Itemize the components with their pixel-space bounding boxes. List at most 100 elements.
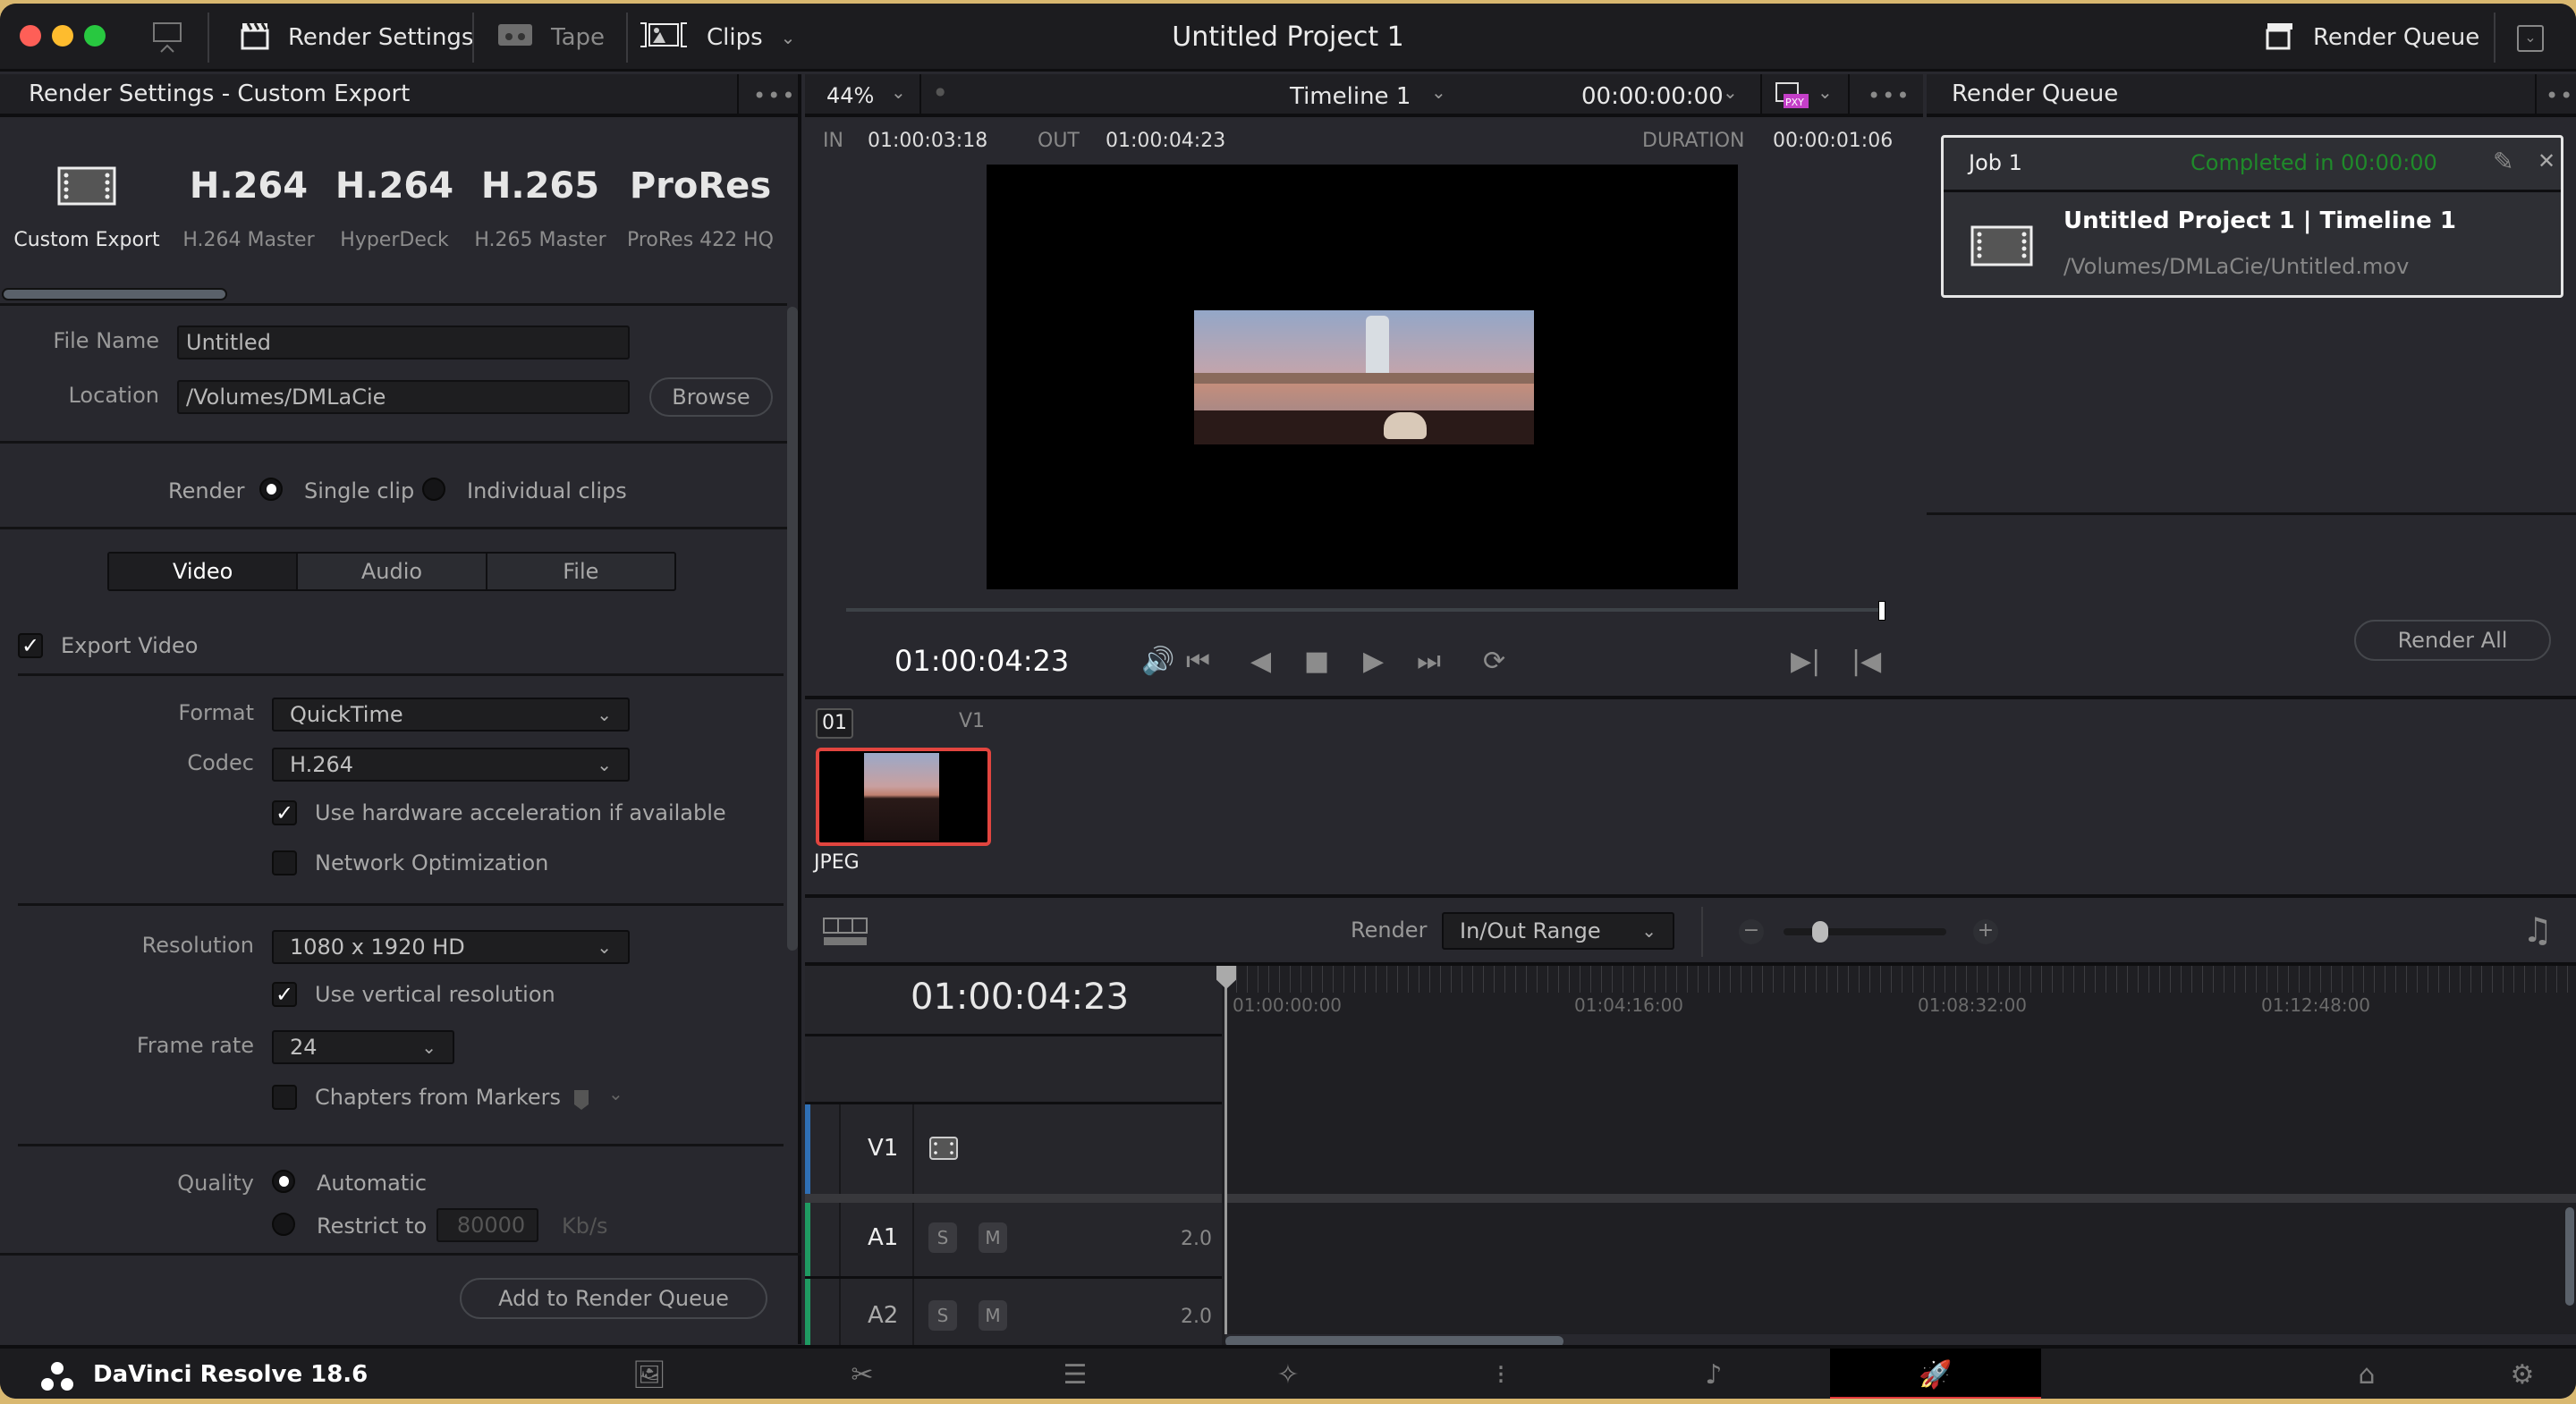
more-options-icon[interactable]: •••	[2546, 83, 2576, 108]
format-select[interactable]: QuickTime ⌄	[272, 698, 630, 732]
more-options-icon[interactable]: •••	[1868, 83, 1911, 108]
jump-to-start-icon[interactable]: ⏮	[1186, 646, 1210, 677]
monitor-icon[interactable]	[152, 21, 182, 54]
home-icon[interactable]: ⌂	[2331, 1349, 2402, 1399]
chevron-down-icon[interactable]: ⌄	[891, 81, 906, 103]
zoom-out-button[interactable]: −	[1739, 919, 1764, 944]
edit-page-icon[interactable]: ☰	[970, 1349, 1181, 1399]
minimize-window-button[interactable]	[52, 25, 73, 47]
playhead-line[interactable]	[1224, 966, 1227, 1334]
viewer-timecode[interactable]: 00:00:00:00	[1581, 83, 1724, 110]
proxy-icon[interactable]: PXY	[1775, 81, 1810, 110]
timeline-ruler[interactable]	[1225, 966, 2576, 993]
media-page-icon[interactable]: 🖼	[544, 1349, 755, 1399]
network-optimization-checkbox[interactable]	[272, 850, 297, 875]
app-window: Render Settings Tape Clips ⌄ Untitled Pr…	[0, 4, 2576, 1399]
color-page-icon[interactable]: ⁝	[1395, 1349, 1606, 1399]
preset-prores-422-hq[interactable]: ProRes ProRes 422 HQ	[624, 159, 776, 251]
mute-button[interactable]: M	[979, 1300, 1007, 1331]
zoom-level[interactable]: 44%	[826, 83, 874, 108]
solo-button[interactable]: S	[928, 1222, 957, 1253]
jump-to-end-icon[interactable]: ⏭	[1417, 646, 1441, 677]
preset-codec: ProRes	[629, 165, 772, 207]
add-to-render-queue-button[interactable]: Add to Render Queue	[460, 1278, 767, 1319]
cut-page-icon[interactable]: ✂	[757, 1349, 968, 1399]
close-window-button[interactable]	[20, 25, 41, 47]
track-header-v1[interactable]: V1	[805, 1104, 1222, 1194]
bitrate-input[interactable]: 80000	[436, 1208, 538, 1242]
clips-toggle[interactable]: Clips ⌄	[639, 4, 795, 72]
export-video-checkbox[interactable]: ✓	[18, 633, 43, 658]
playhead-handle[interactable]	[1878, 601, 1885, 621]
stop-icon[interactable]: ■	[1304, 646, 1329, 677]
preset-h264-master[interactable]: H.264 H.264 Master	[173, 159, 325, 251]
file-name-input[interactable]: Untitled	[177, 326, 630, 359]
chevron-down-icon[interactable]: ⌄	[608, 1083, 623, 1104]
mute-button[interactable]: M	[979, 1222, 1007, 1253]
timeline-name[interactable]: Timeline 1	[1290, 83, 1411, 110]
deliver-page-icon[interactable]: 🚀	[1830, 1349, 2041, 1399]
preset-h265-master[interactable]: H.265 H.265 Master	[464, 159, 616, 251]
duration-label: DURATION	[1642, 130, 1745, 152]
clip-thumbnail[interactable]	[816, 748, 991, 846]
render-queue-toggle[interactable]: Render Queue	[2265, 4, 2479, 72]
tab-audio[interactable]: Audio	[296, 554, 485, 589]
preset-hyperdeck[interactable]: H.264 HyperDeck	[318, 159, 470, 251]
volume-icon[interactable]: 🔊	[1141, 646, 1174, 677]
zoom-slider-track[interactable]	[1784, 928, 1946, 935]
track-header-a2[interactable]: A2 S M 2.0	[805, 1279, 1222, 1349]
render-settings-toggle[interactable]: Render Settings	[240, 4, 473, 72]
render-job[interactable]: Job 1 Completed in 00:00:00 ✎ ✕ Untitled…	[1941, 135, 2563, 298]
chevron-down-icon[interactable]: ⌄	[1818, 81, 1833, 103]
chevron-down-icon[interactable]: ⌄	[1431, 81, 1446, 103]
timeline-view-options-icon[interactable]	[823, 918, 868, 946]
presets-scrollbar[interactable]	[2, 288, 227, 300]
location-input[interactable]: /Volumes/DMLaCie	[177, 380, 630, 414]
timeline-vscroll[interactable]	[2565, 1207, 2574, 1306]
solo-button[interactable]: S	[928, 1300, 957, 1331]
play-icon[interactable]: ▶	[1363, 646, 1384, 677]
expand-dropdown-button[interactable]: ⌄	[2517, 25, 2544, 52]
page-navigation: DaVinci Resolve 18.6 🖼 ✂ ☰ ✧ ⁝ ♪ 🚀 ⌂ ⚙	[0, 1345, 2576, 1399]
browse-button[interactable]: Browse	[649, 377, 773, 417]
individual-clips-radio[interactable]	[422, 478, 445, 501]
tab-video[interactable]: Video	[109, 554, 297, 589]
codec-select[interactable]: H.264 ⌄	[272, 748, 630, 782]
close-icon[interactable]: ✕	[2538, 148, 2555, 173]
more-options-icon[interactable]: •••	[753, 83, 796, 108]
resolution-select[interactable]: 1080 x 1920 HD ⌄	[272, 930, 630, 964]
vertical-resolution-checkbox[interactable]: ✓	[272, 982, 297, 1007]
fairlight-page-icon[interactable]: ♪	[1608, 1349, 1819, 1399]
edit-pencil-icon[interactable]: ✎	[2493, 147, 2513, 176]
tab-file[interactable]: File	[485, 554, 674, 589]
play-reverse-icon[interactable]: ◀	[1250, 646, 1271, 677]
single-clip-radio[interactable]	[259, 478, 283, 501]
render-queue-label: Render Queue	[2313, 24, 2480, 51]
fusion-page-icon[interactable]: ✧	[1182, 1349, 1394, 1399]
settings-gear-icon[interactable]: ⚙	[2487, 1349, 2558, 1399]
loop-icon[interactable]: ⟳	[1483, 646, 1505, 677]
track-header-a1[interactable]: A1 S M 2.0	[805, 1203, 1222, 1276]
quality-restrict-radio[interactable]	[272, 1213, 295, 1236]
zoom-slider-handle[interactable]	[1812, 921, 1828, 943]
audio-meter-icon[interactable]: ♫	[2522, 910, 2553, 950]
render-all-button[interactable]: Render All	[2354, 620, 2551, 661]
frame-rate-select[interactable]: 24 ⌄	[272, 1030, 454, 1064]
render-range-select[interactable]: In/Out Range ⌄	[1442, 912, 1674, 950]
hardware-acceleration-checkbox[interactable]: ✓	[272, 800, 297, 825]
next-edit-icon[interactable]: ▶|	[1791, 646, 1820, 677]
marker-color-icon[interactable]	[572, 1088, 590, 1112]
chapters-from-markers-checkbox[interactable]	[272, 1085, 297, 1110]
scrub-bar[interactable]	[846, 608, 1880, 612]
film-icon[interactable]	[928, 1136, 959, 1161]
settings-scrollbar[interactable]	[787, 307, 798, 951]
tape-toggle[interactable]: Tape	[497, 4, 605, 72]
zoom-window-button[interactable]	[84, 25, 106, 47]
preset-custom-export[interactable]: Custom Export	[11, 159, 163, 251]
zoom-in-button[interactable]: +	[1973, 919, 1998, 944]
divider	[18, 673, 784, 676]
previous-edit-icon[interactable]: |◀	[1852, 646, 1881, 677]
preset-label: HyperDeck	[340, 229, 449, 251]
quality-automatic-radio[interactable]	[272, 1170, 295, 1193]
chevron-down-icon[interactable]: ⌄	[1723, 81, 1738, 103]
